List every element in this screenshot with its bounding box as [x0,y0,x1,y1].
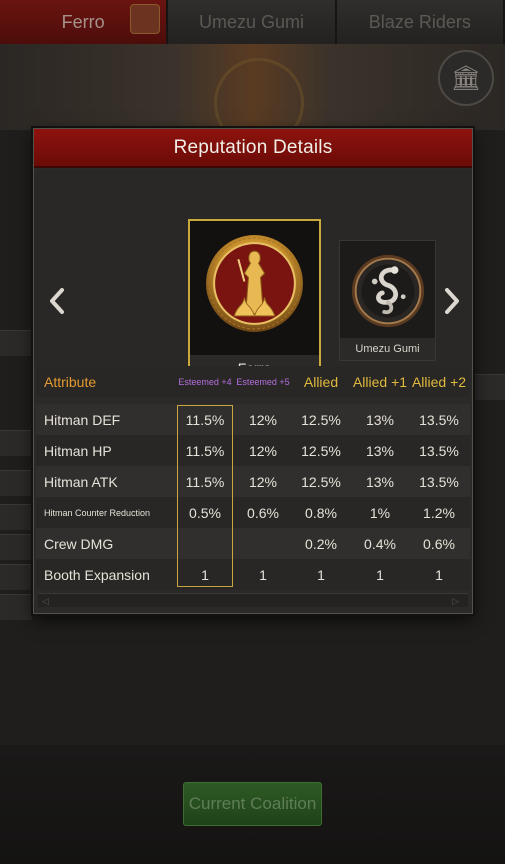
row-label: Hitman ATK [44,473,118,490]
attribute-table: Attribute Esteemed +4 Esteemed +5 Allied… [36,366,470,592]
tab-umezu-gumi[interactable]: Umezu Gumi [168,0,337,44]
tab-blaze-riders[interactable]: Blaze Riders [336,0,505,44]
table-cell: 12% [248,411,278,428]
faction-card-ferro[interactable]: Ferro [188,219,321,383]
ferro-lady-emblem [206,235,303,332]
list-item [0,564,32,590]
table-cell: 13.5% [419,411,459,428]
table-cell: 12.5% [301,473,341,490]
list-item [473,374,505,400]
current-coalition-button[interactable]: Current Coalition [183,782,322,826]
table-cell: 13% [365,442,395,459]
faction-card-umezu-gumi[interactable]: Umezu Gumi [339,240,436,361]
table-cell: 1 [435,566,443,583]
reputation-details-dialog: Reputation Details Umezu Gumi Attribute … [33,128,473,614]
table-cell: 0.8% [305,504,337,521]
faction-name-umezu-gumi: Umezu Gumi [340,338,435,360]
table-row: Hitman HP 11.5% 12% 12.5% 13% 13.5% [36,435,470,466]
table-cell: 12.5% [301,442,341,459]
table-cell: 13.5% [419,473,459,490]
table-cell: 13% [365,473,395,490]
table-row: Hitman DEF 11.5% 12% 12.5% 13% 13.5% [36,404,470,435]
faction-carousel: Ferro Umezu Gumi [34,170,472,383]
table-cell: 1 [376,566,384,583]
table-cell: 0.4% [364,535,396,552]
tab-ferro-label: Ferro [61,11,105,32]
row-label: Crew DMG [44,535,114,552]
dialog-title: Reputation Details [173,136,333,158]
list-item [0,534,32,560]
chevron-left-icon[interactable] [46,286,68,316]
row-label: Hitman DEF [44,411,121,428]
horizontal-scrollbar[interactable]: ◁ ▷ [38,593,468,607]
table-cell: 1 [259,566,267,583]
table-header-attribute: Attribute [44,373,97,390]
column-header-esteemed-4: Esteemed +4 [178,376,232,387]
row-label: Booth Expansion [44,566,150,583]
bank-icon[interactable]: 🏛 [438,50,494,106]
table-cell: 12% [248,473,278,490]
table-row: Booth Expansion 1 1 1 1 1 [36,559,470,590]
faction-banner: 🏛 [0,44,505,148]
crest-icon [130,4,161,34]
tab-ferro[interactable]: Ferro [0,0,169,44]
table-row: Hitman ATK 11.5% 12% 12.5% 13% 13.5% [36,466,470,497]
list-item [0,470,32,496]
table-cell: 11.5% [185,442,225,459]
table-cell: 11.5% [185,411,225,428]
table-cell: 12.5% [301,411,341,428]
table-cell: 11.5% [185,473,225,490]
table-cell: 1% [369,504,391,521]
table-cell: 1.2% [423,504,455,521]
table-row: Hitman Counter Reduction 0.5% 0.6% 0.8% … [36,497,470,528]
table-cell: 13% [365,411,395,428]
row-label: Hitman Counter Reduction [44,507,151,518]
list-item [0,430,32,456]
table-cell: 1 [201,566,209,583]
table-header-row: Attribute Esteemed +4 Esteemed +5 Allied… [36,366,470,397]
table-cell: 0.2% [305,535,337,552]
table-cell: 13.5% [419,442,459,459]
chevron-right-icon[interactable] [441,286,463,316]
row-label: Hitman HP [44,442,112,459]
column-header-allied-1: Allied +1 [352,373,408,390]
scroll-right-icon: ▷ [452,596,459,606]
table-cell: 12% [248,442,278,459]
tab-umezu-label: Umezu Gumi [198,11,304,32]
table-cell: 0.5% [189,504,221,521]
table-cell: 0.6% [247,504,279,521]
faction-tab-bar: Ferro Umezu Gumi Blaze Riders [0,0,505,44]
umezu-snake-emblem [351,254,425,328]
table-row: Crew DMG 0.2% 0.4% 0.6% [36,528,470,559]
dialog-header: Reputation Details [34,129,472,168]
scroll-left-icon: ◁ [42,596,49,606]
list-item [0,504,32,530]
column-header-allied-2: Allied +2 [411,373,467,390]
column-header-allied: Allied [303,373,339,390]
tab-blaze-label: Blaze Riders [368,11,471,32]
table-cell: 1 [317,566,325,583]
list-item [0,330,32,356]
column-header-esteemed-5: Esteemed +5 [236,376,290,387]
table-cell: 0.6% [423,535,455,552]
list-item [0,594,32,620]
